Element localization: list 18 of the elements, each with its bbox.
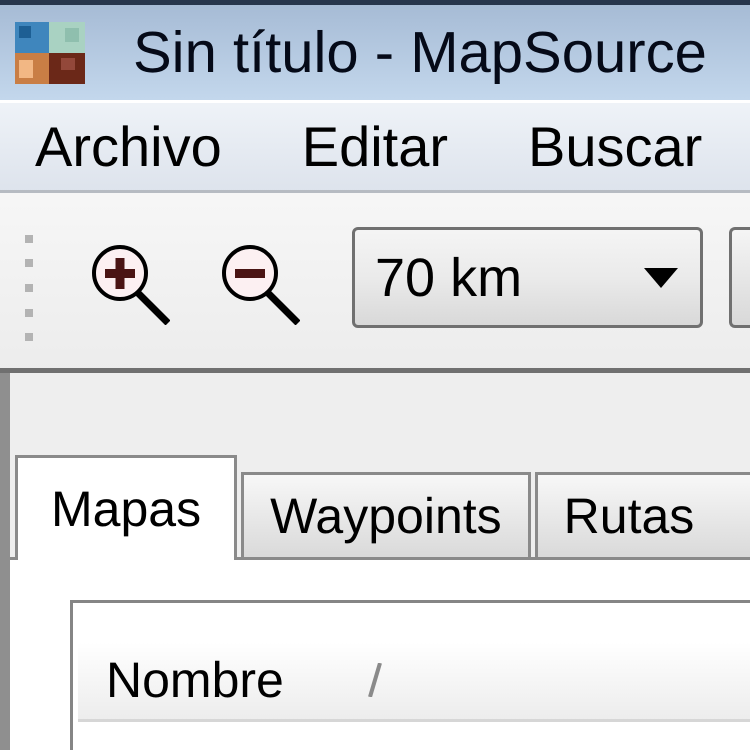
- slash-icon: [368, 662, 382, 696]
- zoom-in-button[interactable]: [90, 245, 170, 325]
- column-header[interactable]: Nombre: [78, 640, 368, 719]
- scale-dropdown[interactable]: 70 km: [352, 227, 703, 328]
- window-title: Sin título - MapSource: [133, 24, 707, 82]
- zoom-out-icon: [220, 245, 300, 325]
- tab[interactable]: Rutas: [534, 472, 750, 557]
- menu-item[interactable]: Buscar: [518, 118, 712, 174]
- menu-item[interactable]: Editar: [292, 118, 458, 174]
- zoom-in-icon: [90, 245, 170, 325]
- dropdown-caret-icon: [644, 268, 678, 288]
- tab[interactable]: Waypoints: [241, 472, 531, 557]
- toolbar-control[interactable]: [729, 227, 750, 328]
- app-icon: [15, 22, 85, 84]
- toolbar-grip-icon: [25, 235, 33, 341]
- tab[interactable]: Mapas: [15, 455, 238, 560]
- zoom-out-button[interactable]: [220, 245, 300, 325]
- menu-item[interactable]: Archivo: [25, 118, 232, 174]
